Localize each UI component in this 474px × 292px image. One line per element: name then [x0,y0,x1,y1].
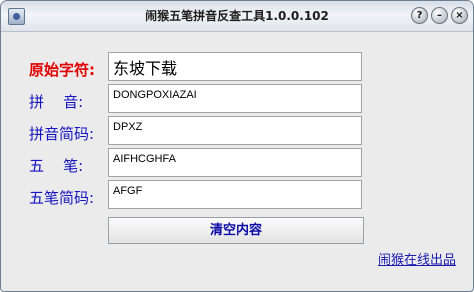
wubi-field[interactable]: AIFHCGHFA [108,148,362,177]
clear-button[interactable]: 清空内容 [108,217,364,244]
title-bar[interactable]: 闹猴五笔拼音反查工具1.0.0.102 ? – × [1,1,473,32]
minimize-button[interactable]: – [431,7,448,24]
publisher-link[interactable]: 闹猴在线出品 [378,249,456,268]
pinyin-label: 拼 音: [29,93,84,111]
pinyin-short-field[interactable]: DPXZ [108,116,362,145]
window-title: 闹猴五笔拼音反查工具1.0.0.102 [145,9,329,23]
wubi-short-label: 五笔简码: [29,189,95,207]
wubi-short-field[interactable]: AFGF [108,180,362,209]
close-button[interactable]: × [451,7,468,24]
original-chars-input[interactable]: 东坡下载 [108,52,362,81]
app-window: 闹猴五笔拼音反查工具1.0.0.102 ? – × 原始字符: 东坡下载 拼 音… [0,0,474,292]
pinyin-short-label: 拼音简码: [29,125,95,143]
help-button[interactable]: ? [411,7,428,24]
pinyin-field[interactable]: DONGPOXIAZAI [108,84,362,113]
original-chars-label: 原始字符: [29,61,95,79]
wubi-label: 五 笔: [29,157,84,175]
